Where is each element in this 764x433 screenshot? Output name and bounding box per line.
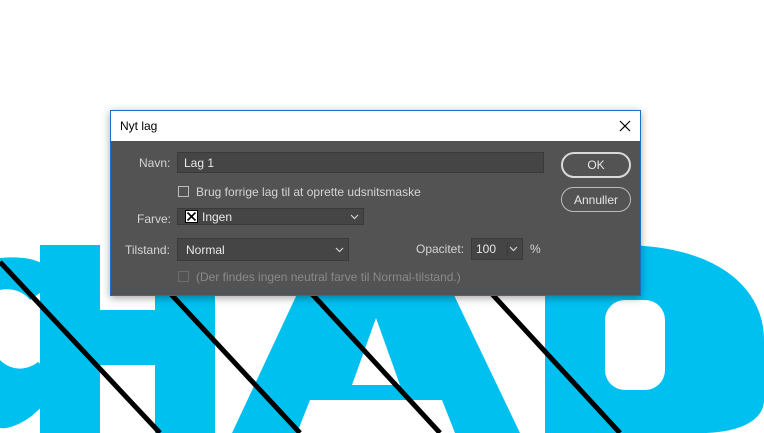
- opacity-field[interactable]: 100: [471, 238, 523, 260]
- opacity-unit: %: [530, 242, 541, 256]
- name-label: Navn:: [139, 156, 171, 170]
- ok-button[interactable]: OK: [561, 152, 631, 178]
- neutral-color-label: (Der findes ingen neutral farve til Norm…: [196, 270, 461, 284]
- opacity-value: 100: [476, 242, 497, 256]
- close-button[interactable]: [610, 111, 640, 141]
- chevron-down-icon[interactable]: [509, 246, 518, 252]
- clip-mask-label: Brug forrige lag til at oprette udsnitsm…: [196, 185, 421, 199]
- color-label: Farve:: [137, 212, 172, 226]
- no-color-x-icon: [185, 210, 198, 223]
- close-icon: [619, 120, 631, 132]
- mode-value: Normal: [186, 242, 225, 257]
- opacity-divider: [507, 242, 508, 256]
- chevron-down-icon: [350, 214, 359, 219]
- chevron-down-icon: [335, 247, 344, 252]
- neutral-color-checkbox[interactable]: [178, 271, 189, 282]
- color-select[interactable]: Ingen: [177, 208, 364, 225]
- cancel-button[interactable]: Annuller: [561, 187, 631, 212]
- clip-mask-checkbox[interactable]: [178, 186, 189, 197]
- name-input[interactable]: [177, 152, 544, 173]
- dialog-title: Nyt lag: [120, 119, 158, 133]
- dialog-titlebar: Nyt lag: [111, 111, 640, 141]
- mode-label: Tilstand:: [125, 243, 170, 257]
- color-value: Ingen: [202, 209, 233, 224]
- opacity-label: Opacitet:: [416, 242, 465, 256]
- mode-select[interactable]: Normal: [177, 238, 349, 261]
- new-layer-dialog: Nyt lag Navn: Brug forrige lag til at op…: [110, 110, 641, 296]
